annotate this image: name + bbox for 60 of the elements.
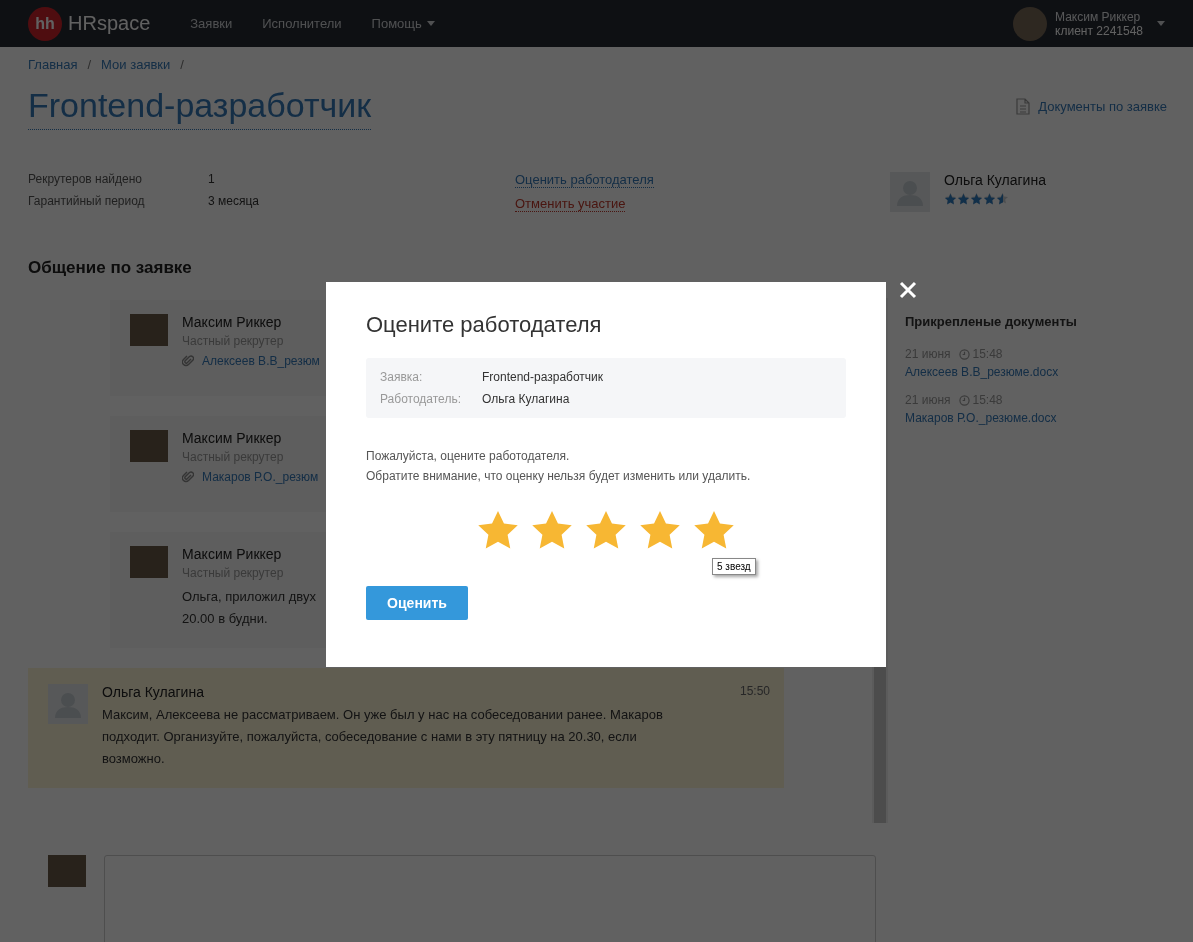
message-time: 15:50: [739, 684, 770, 700]
info-label: Заявка:: [380, 370, 424, 384]
avatar-photo-placeholder: [130, 314, 168, 347]
message-author: Максим Риккер: [182, 546, 282, 562]
avatar-photo-placeholder: [48, 855, 86, 888]
attachment-link[interactable]: Макаров Р.О._резюм: [182, 470, 319, 484]
star-icon: [944, 192, 957, 205]
documents-link[interactable]: Документы по заявке: [1016, 98, 1167, 115]
message-text: Максим, Алексеева не рассматриваем. Он уже был у нас на собеседовании ранее. Макаров подходит. Организуйте, пожалуйста, собеседование с нами в эту пятницу на 20.30, если возможно.: [102, 706, 664, 768]
action-link[interactable]: Оценить работодателя: [515, 172, 654, 188]
clock-icon: [958, 348, 970, 360]
document-icon: [1016, 98, 1031, 115]
message-author: Ольга Кулагина: [102, 684, 204, 700]
user-name[interactable]: Максим Риккер: [1055, 9, 1143, 24]
submit-button[interactable]: Оценить: [366, 586, 468, 620]
user-avatar-photo-placeholder[interactable]: [1013, 6, 1048, 41]
avatar-photo-placeholder: [130, 430, 168, 463]
file-link[interactable]: Алексеев В.В_резюме.docx: [905, 365, 1059, 379]
nav-link[interactable]: Помощь: [371, 16, 435, 31]
message-author: Максим Риккер: [182, 314, 282, 330]
detail-value: 3 месяца: [208, 194, 260, 208]
message-author: Максим Риккер: [182, 430, 282, 446]
caret-icon[interactable]: [1157, 21, 1165, 26]
message-text: 20.00 в будни.: [182, 610, 268, 628]
notice-text: Пожалуйста, оцените работодателя.: [366, 448, 571, 465]
nav-link[interactable]: Исполнители: [262, 16, 342, 31]
logo-text: HRspace: [68, 12, 151, 35]
breadcrumb-separator: /: [180, 57, 184, 72]
info-label: Работодатель:: [380, 392, 462, 406]
star-icon: [983, 192, 996, 205]
user-client-id: клиент 2241548: [1055, 23, 1143, 38]
info-value: Ольга Кулагина: [482, 392, 571, 406]
file-link[interactable]: Макаров Р.О._резюме.docx: [905, 411, 1057, 425]
nav-link[interactable]: Заявки: [190, 16, 233, 31]
avatar-photo-placeholder: [130, 546, 168, 579]
caret-icon: [426, 21, 435, 26]
clock-icon: [958, 394, 970, 406]
star-icon: [957, 192, 970, 205]
info-value: Frontend-разработчик: [482, 370, 605, 384]
dialog-title: Оцените работодателя: [366, 312, 603, 338]
breadcrumb-separator: /: [87, 57, 92, 72]
star-icon: [970, 192, 983, 205]
section-title: Общение по заявке: [28, 258, 193, 278]
attachment-link[interactable]: Алексеев В.В_резюм: [182, 354, 320, 368]
tooltip: 5 звезд: [712, 558, 756, 575]
employer-name: Ольга Кулагина: [944, 172, 1046, 188]
action-link[interactable]: Отменить участие: [515, 196, 626, 212]
detail-value: 1: [208, 172, 216, 186]
notice-text: Обратите внимание, что оценку нельзя будет изменить или удалить.: [366, 468, 752, 485]
page-title[interactable]: Frontend-разработчик: [28, 86, 372, 130]
attachments-title: Прикрепленые документы: [905, 314, 1077, 329]
logo-mark: hh: [28, 6, 62, 41]
half-star-icon: [996, 192, 1009, 205]
paperclip-icon: [182, 355, 194, 367]
detail-label: Гарантийный период: [28, 194, 146, 208]
message-text: Ольга, приложил двух: [182, 588, 316, 606]
breadcrumb-link[interactable]: Главная: [28, 57, 78, 72]
paperclip-icon: [182, 471, 194, 483]
breadcrumb-link[interactable]: Мои заявки: [101, 57, 171, 72]
detail-label: Рекрутеров найдено: [28, 172, 143, 186]
